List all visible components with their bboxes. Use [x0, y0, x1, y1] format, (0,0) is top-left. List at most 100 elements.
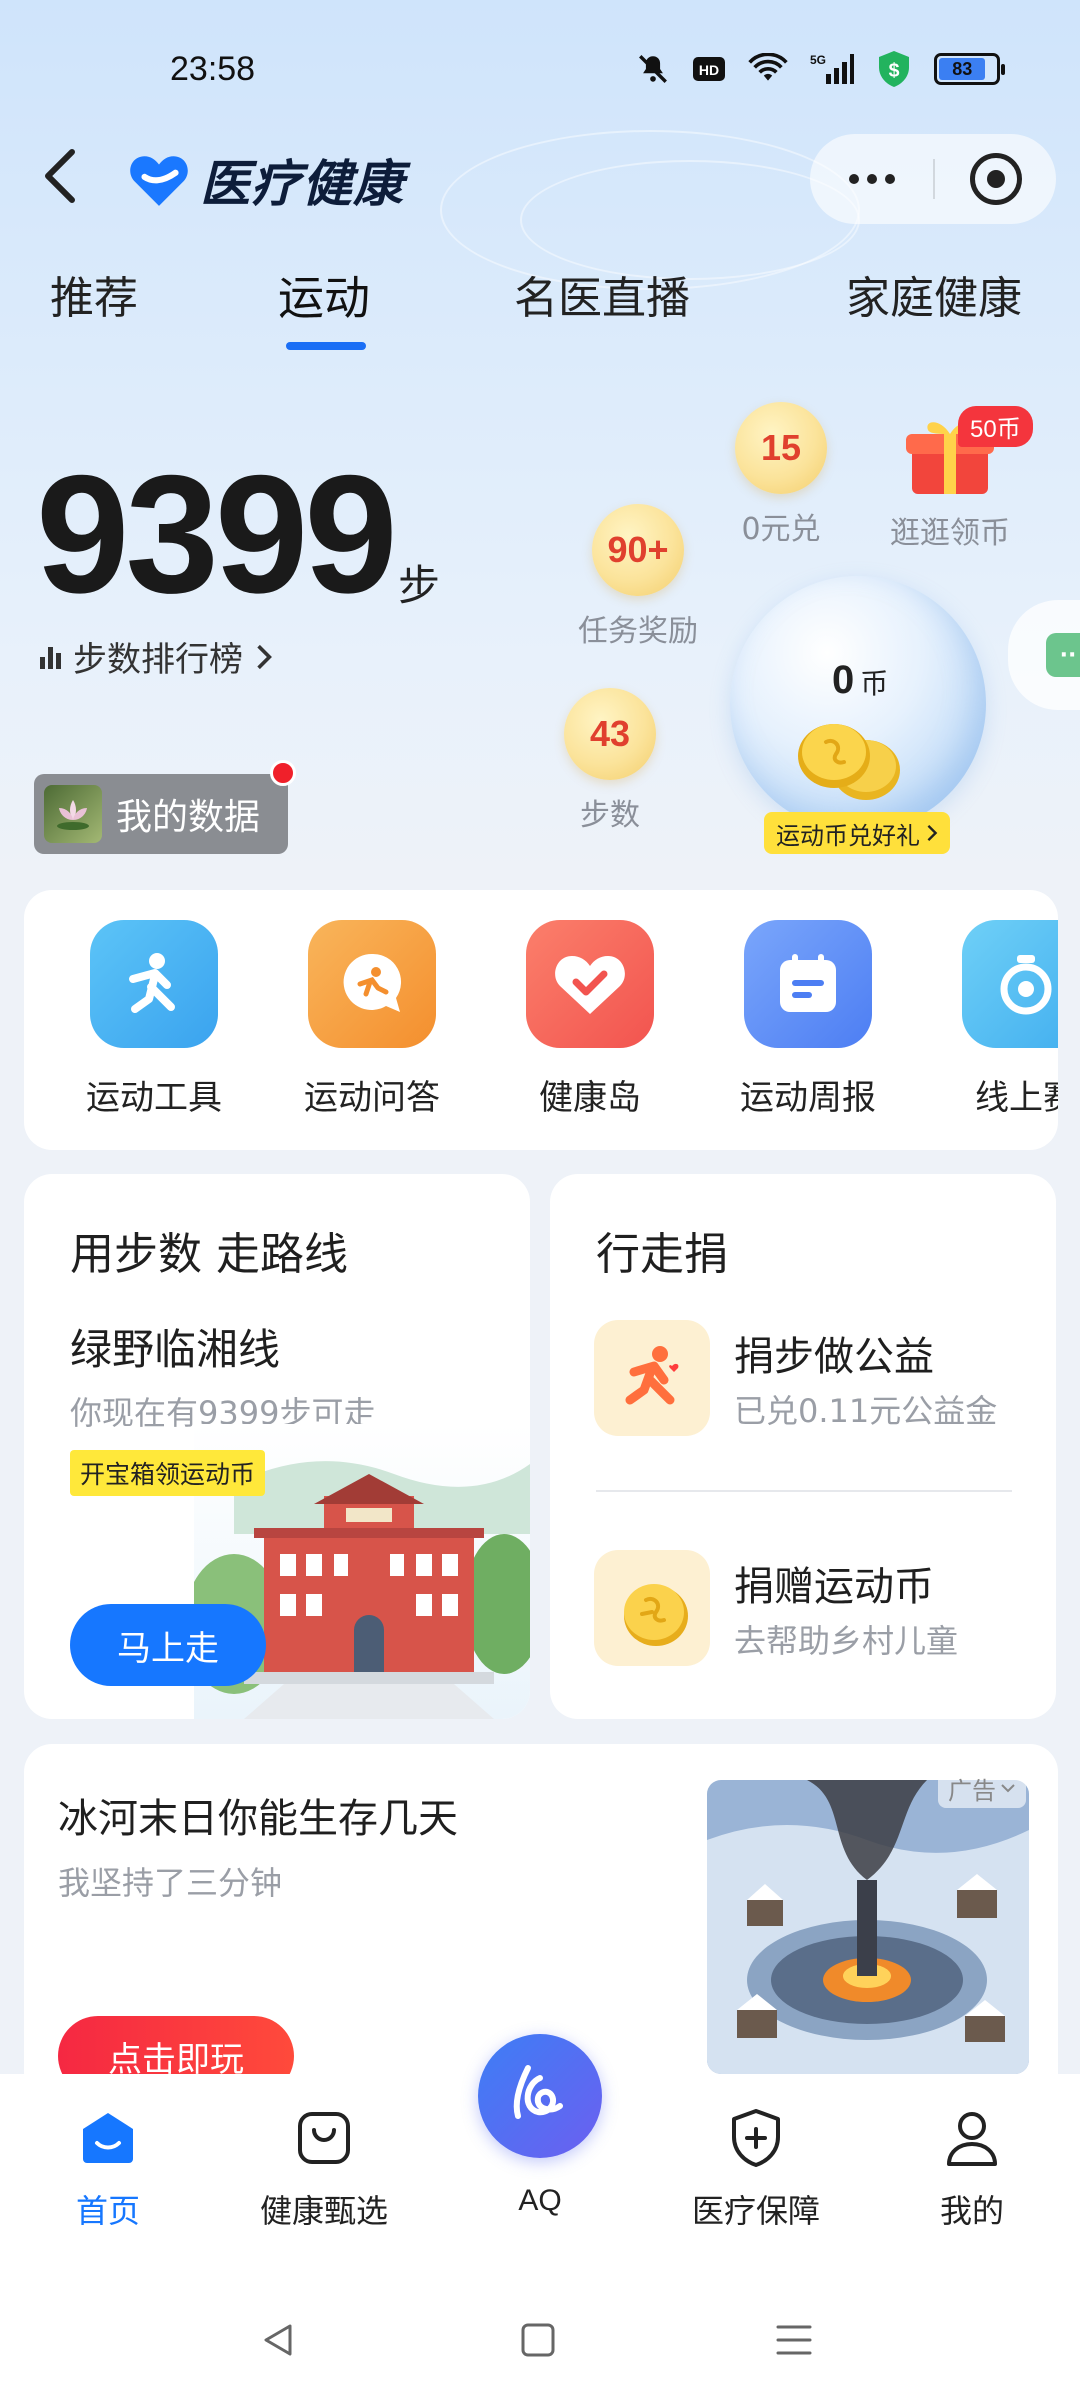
coin-icon: 43 [564, 688, 656, 780]
more-dots-icon [848, 174, 859, 184]
walk-route-card[interactable]: 用步数 走路线 绿野临湘线 你现在有9399步可走 开宝箱领运动币 马上走 [24, 1174, 530, 1719]
svg-text:HD: HD [699, 62, 719, 78]
step-ranking-label: 步数排行榜 [73, 640, 243, 680]
nav-label: 医疗保障 [691, 2192, 820, 2230]
step-unit: 步 [398, 561, 441, 610]
donate-item-desc: 已兑0.11元公益金 [734, 1392, 998, 1430]
ad-badge[interactable]: 广告 [938, 1768, 1026, 1808]
free-exchange-reward[interactable]: 15 0元兑 [735, 402, 827, 548]
go-now-button[interactable]: 马上走 [70, 1604, 266, 1686]
browse-coins-label: 逛逛领币 [890, 516, 1010, 551]
play-now-button[interactable]: 点击即玩 [58, 2016, 294, 2074]
battery-icon: 83 [934, 53, 1005, 85]
step-ranking-link[interactable]: 步数排行榜 [40, 632, 273, 681]
tool-label: 健康岛 [539, 1078, 641, 1118]
tool-label: 运动周报 [740, 1078, 876, 1118]
nav-health-select[interactable]: 健康甄选 [224, 2104, 424, 2232]
exchange-gifts-button[interactable]: 运动币兑好礼 [764, 812, 950, 854]
free-exchange-label: 0元兑 [741, 512, 821, 547]
coin-pile-icon [798, 724, 900, 800]
nav-mine[interactable]: 我的 [872, 2104, 1072, 2232]
app-title: 医疗健康 [200, 155, 404, 213]
walk-donate-card: 行走捐 捐步做公益 已兑0.11元公益金 捐赠运动币 去帮助乡村儿童 [550, 1174, 1056, 1719]
donate-steps-item[interactable]: 捐步做公益 已兑0.11元公益金 [594, 1320, 1034, 1440]
my-data-button[interactable]: 我的数据 [34, 774, 288, 854]
app-logo: 医疗健康 [128, 144, 404, 216]
donate-item-name: 捐步做公益 [734, 1334, 934, 1380]
ad-title: 冰河末日你能生存几天 [58, 1796, 458, 1842]
route-card-title: 用步数 走路线 [70, 1229, 348, 1280]
more-dot [884, 174, 895, 184]
game-ad-card[interactable]: 冰河末日你能生存几天 我坚持了三分钟 点击即玩 广告 [24, 1744, 1058, 2074]
notification-dot [270, 760, 296, 786]
sports-tools-card: 运动工具 运动问答 健康岛 运动周报 线上赛 [24, 890, 1058, 1150]
step-reward[interactable]: 43 步数 [564, 688, 656, 834]
5g-signal-icon: 5G [810, 52, 854, 86]
donate-item-name: 捐赠运动币 [734, 1564, 934, 1610]
step-count: 9399 [36, 440, 398, 628]
app-header: 医疗健康 [0, 130, 1080, 230]
chevron-left-icon [45, 149, 75, 203]
person-icon [938, 2104, 1006, 2172]
tool-sports-tools[interactable]: 运动工具 [64, 920, 244, 1119]
coin-icon: 15 [735, 402, 827, 494]
aq-label: AQ [518, 2184, 562, 2217]
nav-label: 我的 [939, 2192, 1004, 2230]
system-menu-button[interactable] [764, 2310, 824, 2370]
svg-text:5G: 5G [810, 53, 826, 67]
nav-home[interactable]: 首页 [8, 2104, 208, 2232]
svg-text:$: $ [889, 60, 900, 82]
tab-recommend[interactable]: 推荐 [50, 262, 138, 326]
more-button[interactable] [810, 134, 933, 224]
tool-online-race[interactable]: 线上赛 [936, 920, 1058, 1119]
running-person-icon [90, 920, 218, 1048]
tool-label: 运动问答 [304, 1078, 440, 1118]
back-button[interactable] [30, 144, 90, 208]
coin-amount: 0 [832, 658, 855, 702]
heart-icon [526, 920, 654, 1048]
close-button[interactable] [935, 134, 1056, 224]
my-data-label: 我的数据 [116, 797, 261, 838]
divider [596, 1490, 1012, 1492]
tab-family-health[interactable]: 家庭健康 [846, 262, 1022, 326]
ad-subtitle: 我坚持了三分钟 [58, 1864, 283, 1902]
status-time: 23:58 [170, 50, 256, 88]
triangle-back-icon [264, 2324, 292, 2356]
system-back-button[interactable] [248, 2310, 308, 2370]
ring-icon [962, 920, 1058, 1048]
chevron-down-icon [1001, 1784, 1015, 1793]
donate-coins-item[interactable]: 捐赠运动币 去帮助乡村儿童 [594, 1550, 1034, 1670]
status-bar: 23:58 HD 5G $ 83 [0, 0, 1080, 140]
donate-item-desc: 去帮助乡村儿童 [734, 1622, 959, 1660]
tool-label: 线上赛 [975, 1078, 1058, 1118]
home-icon [74, 2104, 142, 2172]
tool-sports-qa[interactable]: 运动问答 [282, 920, 462, 1119]
square-home-icon [521, 2323, 555, 2357]
lotus-avatar [44, 785, 102, 843]
tool-weekly-report[interactable]: 运动周报 [718, 920, 898, 1119]
wifi-icon [748, 52, 788, 86]
ad-badge-label: 广告 [948, 1776, 996, 1805]
bar-chart-icon [40, 645, 61, 669]
treasure-box-tag: 开宝箱领运动币 [70, 1450, 266, 1496]
mini-program-capsule [810, 134, 1056, 224]
nav-label: 首页 [75, 2192, 140, 2230]
report-icon [744, 920, 872, 1048]
system-home-button[interactable] [508, 2310, 568, 2370]
tab-sports[interactable]: 运动 [278, 262, 370, 328]
aq-icon [513, 2065, 563, 2119]
task-reward-label: 任务奖励 [578, 614, 698, 649]
aq-button[interactable] [478, 2034, 602, 2158]
heart-logo-icon [130, 156, 188, 206]
target-close-icon [969, 153, 1022, 205]
coin-badge: 50币 [958, 406, 1033, 447]
battery-level: 83 [939, 58, 986, 80]
nav-medical-insurance[interactable]: 医疗保障 [656, 2104, 856, 2232]
tab-doctor-live[interactable]: 名医直播 [514, 262, 690, 326]
mute-icon [636, 52, 670, 86]
coin-icon: 90+ [592, 504, 684, 596]
task-reward[interactable]: 90+ 任务奖励 [578, 504, 698, 650]
route-name: 绿野临湘线 [70, 1325, 281, 1374]
tool-health-island[interactable]: 健康岛 [500, 920, 680, 1119]
shield-plus-icon [722, 2104, 790, 2172]
